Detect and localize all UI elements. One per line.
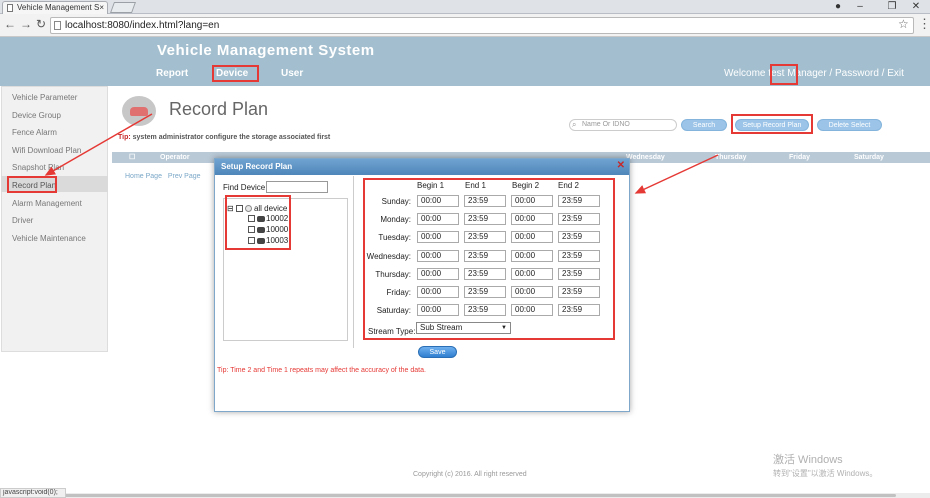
time-input-e2[interactable]: 23:59 (558, 213, 600, 226)
time-input-e2[interactable]: 23:59 (558, 249, 600, 262)
time-input-e2[interactable]: 23:59 (558, 195, 600, 207)
time-input-b2[interactable]: 00:00 (511, 195, 553, 207)
time-input-b1[interactable]: 00:00 (417, 286, 459, 298)
day-label: Saturday: (376, 306, 411, 316)
save-button[interactable]: Save (418, 346, 457, 358)
find-device-label: Find Device: (223, 183, 268, 192)
dialog-title: Setup Record Plan (215, 159, 629, 175)
time-input-b2[interactable]: 00:00 (511, 213, 553, 226)
time-input-e1[interactable]: 23:59 (464, 213, 506, 226)
windows-activation-watermark: 激活 Windows 转到"设置"以激活 Windows。 (773, 454, 877, 480)
watermark-line-2: 转到"设置"以激活 Windows。 (773, 469, 878, 478)
arrow-to-dialog (634, 154, 719, 194)
time-input-e1[interactable]: 23:59 (464, 267, 506, 280)
day-label: Sunday: (381, 197, 411, 206)
time-input-e2[interactable]: 23:59 (558, 231, 600, 244)
time-input-b2[interactable]: 00:00 (511, 304, 553, 317)
time-input-e2[interactable]: 23:59 (558, 267, 600, 280)
time-input-b1[interactable]: 00:00 (417, 304, 459, 317)
day-label: Wednesday: (366, 251, 411, 261)
time-input-e1[interactable]: 23:59 (464, 231, 506, 244)
highlight-box (225, 195, 291, 250)
watermark-line-1: 激活 Windows (773, 454, 843, 466)
time-input-b1[interactable]: 00:00 (417, 249, 459, 262)
time-input-e2[interactable]: 23:59 (558, 304, 600, 317)
time-input-e2[interactable]: 23:59 (558, 286, 600, 298)
time-input-b2[interactable]: 00:00 (511, 231, 553, 244)
close-icon[interactable]: ✕ (617, 160, 625, 171)
time-input-e1[interactable]: 23:59 (464, 195, 506, 207)
scrollbar-thumb[interactable] (6, 494, 896, 497)
setup-record-plan-dialog: Setup Record Plan ✕ Find Device: ⊟ all d… (214, 158, 630, 412)
status-bar: javascript:void(0); (0, 488, 66, 498)
dialog-tip: Tip: Time 2 and Time 1 repeats may affec… (217, 367, 426, 374)
time-input-b2[interactable]: 00:00 (511, 286, 553, 298)
time-input-b2[interactable]: 00:00 (511, 249, 553, 262)
time-input-e1[interactable]: 23:59 (464, 249, 506, 262)
time-input-e1[interactable]: 23:59 (464, 304, 506, 317)
day-label: Friday: (386, 288, 411, 297)
time-input-b1[interactable]: 00:00 (417, 213, 459, 226)
time-input-b2[interactable]: 00:00 (511, 267, 553, 280)
day-label: Thursday: (375, 269, 411, 279)
find-device-input[interactable] (266, 181, 328, 193)
time-input-b1[interactable]: 00:00 (417, 195, 459, 207)
arrow-to-record-plan (44, 113, 153, 176)
time-input-b1[interactable]: 00:00 (417, 267, 459, 280)
day-label: Monday: (380, 215, 411, 225)
horizontal-scrollbar[interactable] (0, 493, 930, 498)
time-input-e1[interactable]: 23:59 (464, 286, 506, 298)
day-label: Tuesday: (378, 233, 411, 243)
time-input-b1[interactable]: 00:00 (417, 231, 459, 244)
